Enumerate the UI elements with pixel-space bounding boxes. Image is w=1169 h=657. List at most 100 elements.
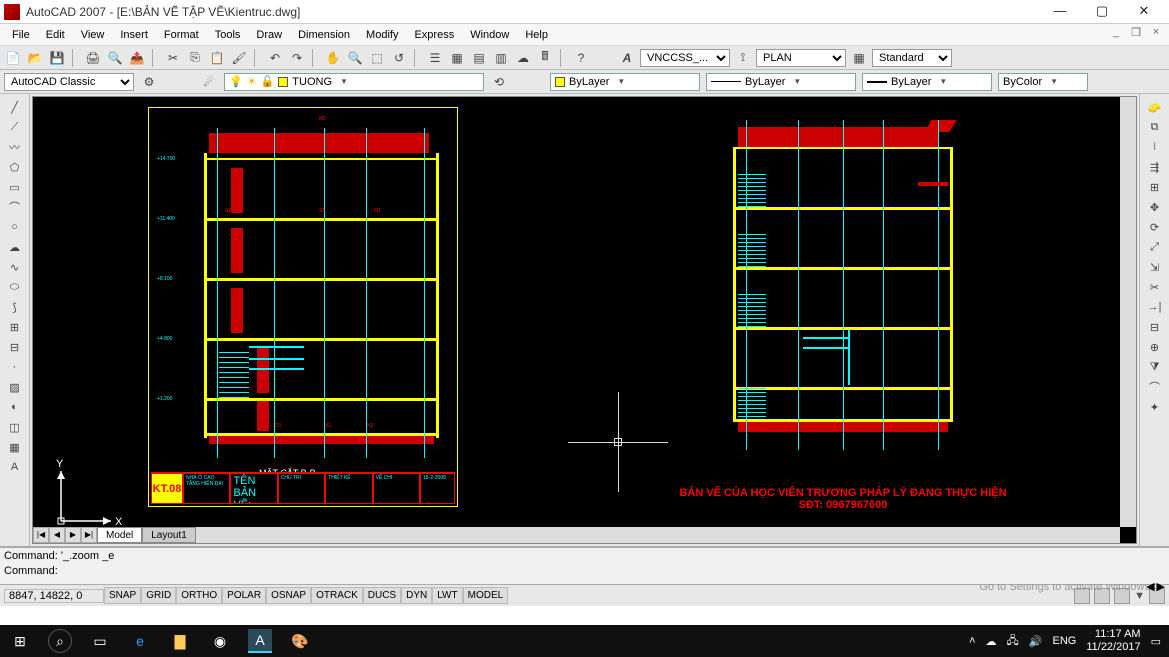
table-style-combo[interactable]: Standard [872,49,952,67]
menu-view[interactable]: View [73,27,113,43]
help-icon[interactable]: ? [572,49,590,67]
clean-screen-icon[interactable] [1114,588,1130,604]
line-icon[interactable]: ╱ [5,98,25,116]
design-center-icon[interactable]: ▦ [448,49,466,67]
vertical-scrollbar[interactable] [1120,97,1136,527]
move-icon[interactable]: ✥ [1145,198,1165,216]
text-style-combo[interactable]: VNCCSS_... [640,49,730,67]
toggle-otrack[interactable]: OTRACK [311,587,363,604]
save-icon[interactable]: 💾 [48,49,66,67]
tray-chevron-icon[interactable]: ˄ [969,635,975,647]
new-icon[interactable]: 📄 [4,49,22,67]
tray-network-icon[interactable]: 🖧 [1007,632,1019,651]
tab-model[interactable]: Model [97,527,142,543]
scale-icon[interactable]: ⤢ [1145,238,1165,256]
close-button[interactable]: ✕ [1123,1,1165,23]
tray-onedrive-icon[interactable]: ☁ [986,635,997,648]
pan-icon[interactable]: ✋ [324,49,342,67]
toggle-ortho[interactable]: ORTHO [176,587,222,604]
menu-file[interactable]: File [4,27,38,43]
color-combo[interactable]: ByLayer ▼ [550,73,700,91]
plotstyle-combo[interactable]: ByColor ▼ [998,73,1088,91]
xline-icon[interactable]: ⟋ [5,118,25,136]
layer-prev-icon[interactable]: ⟲ [490,73,508,91]
comm-center-icon[interactable] [1074,588,1090,604]
toggle-grid[interactable]: GRID [141,587,176,604]
menu-format[interactable]: Format [156,27,207,43]
menu-insert[interactable]: Insert [112,27,156,43]
chamfer-icon[interactable]: ⧩ [1145,358,1165,376]
toggle-polar[interactable]: POLAR [222,587,266,604]
toggle-dyn[interactable]: DYN [401,587,432,604]
lineweight-combo[interactable]: ByLayer ▼ [862,73,992,91]
revcloud-icon[interactable]: ☁ [5,238,25,256]
textstyle-a-icon[interactable]: A [618,49,636,67]
gradient-icon[interactable]: ◐ [5,398,25,416]
layer-manager-icon[interactable]: ☄ [200,73,218,91]
autocad-task-icon[interactable]: A [248,629,272,653]
tray-notifications-icon[interactable]: ▭ [1151,635,1161,648]
toggle-model[interactable]: MODEL [463,587,509,604]
dim-style-combo[interactable]: PLAN [756,49,846,67]
tab-nav-prev[interactable]: ◀ [49,527,65,543]
mdi-restore-icon[interactable]: ❐ [1129,26,1143,40]
minimize-button[interactable]: — [1039,1,1081,23]
trim-icon[interactable]: ✂ [1145,278,1165,296]
toggle-osnap[interactable]: OSNAP [266,587,311,604]
sheet-set-icon[interactable]: ▥ [492,49,510,67]
dimstyle-icon[interactable]: ⟟ [734,49,752,67]
start-icon[interactable]: ⊞ [8,629,32,653]
mirror-icon[interactable]: ⧙ [1145,138,1165,156]
fillet-icon[interactable]: ⌒ [1145,378,1165,396]
quickcalc-icon[interactable]: 🖩 [536,49,554,67]
spline-icon[interactable]: ∿ [5,258,25,276]
paint-icon[interactable]: 🎨 [288,629,312,653]
maximize-button[interactable]: ▢ [1081,1,1123,23]
join-icon[interactable]: ⊕ [1145,338,1165,356]
extend-icon[interactable]: →| [1145,298,1165,316]
point-icon[interactable]: · [5,358,25,376]
mdi-minimize-icon[interactable]: _ [1109,26,1123,40]
publish-icon[interactable]: 📤 [128,49,146,67]
tablestyle-icon[interactable]: ▦ [850,49,868,67]
mdi-close-icon[interactable]: × [1149,26,1163,40]
print-preview-icon[interactable]: 🔍 [106,49,124,67]
menu-dimension[interactable]: Dimension [290,27,358,43]
layer-combo[interactable]: 💡 ☀ 🔓 TUONG ▼ [224,73,484,91]
cmd-scroll-left-icon[interactable]: ◀ [1146,580,1154,593]
arc-icon[interactable]: ⌒ [5,198,25,216]
rotate-icon[interactable]: ⟳ [1145,218,1165,236]
redo-icon[interactable]: ↷ [288,49,306,67]
menu-tools[interactable]: Tools [207,27,249,43]
copy-icon[interactable]: ⎘ [186,49,204,67]
tray-clock[interactable]: 11:17 AM 11/22/2017 [1086,628,1140,654]
stretch-icon[interactable]: ⇲ [1145,258,1165,276]
zoom-realtime-icon[interactable]: 🔍 [346,49,364,67]
menu-window[interactable]: Window [462,27,517,43]
markup-icon[interactable]: ☁ [514,49,532,67]
ellipse-arc-icon[interactable]: ⟆ [5,298,25,316]
circle-icon[interactable]: ○ [5,218,25,236]
table-icon[interactable]: ▦ [5,438,25,456]
search-icon[interactable]: ⌕ [48,629,72,653]
menu-edit[interactable]: Edit [38,27,73,43]
array-icon[interactable]: ⊞ [1145,178,1165,196]
cut-icon[interactable]: ✂ [164,49,182,67]
toggle-ducs[interactable]: DUCS [363,587,401,604]
tool-palettes-icon[interactable]: ▤ [470,49,488,67]
menu-express[interactable]: Express [406,27,462,43]
zoom-window-icon[interactable]: ⬚ [368,49,386,67]
block-make-icon[interactable]: ⊟ [5,338,25,356]
zoom-prev-icon[interactable]: ↺ [390,49,408,67]
workspace-settings-icon[interactable]: ⚙ [140,73,158,91]
explorer-icon[interactable]: ▇ [168,629,192,653]
region-icon[interactable]: ◫ [5,418,25,436]
menu-draw[interactable]: Draw [248,27,290,43]
drawing-viewport[interactable]: +14.700 +11.400 +8.100 +4.800 +1.200 M2 … [32,96,1137,544]
toggle-lwt[interactable]: LWT [432,587,462,604]
tab-nav-next[interactable]: ▶ [65,527,81,543]
tab-nav-first[interactable]: |◀ [33,527,49,543]
ellipse-icon[interactable]: ⬭ [5,278,25,296]
tab-nav-last[interactable]: ▶| [81,527,97,543]
print-icon[interactable]: 🖨 [84,49,102,67]
